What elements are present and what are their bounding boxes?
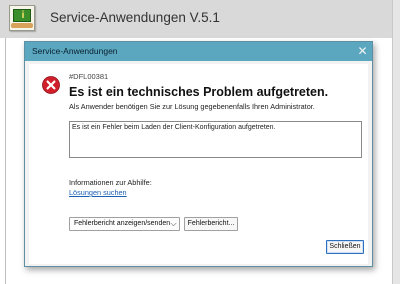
dialog-title: Service-Anwendungen [32, 46, 118, 56]
dialog-body: #DFL00381 Es ist ein technisches Problem… [29, 64, 368, 264]
dialog-titlebar[interactable]: Service-Anwendungen ✕ [25, 42, 372, 61]
error-report-button[interactable]: Fehlerbericht... [184, 217, 238, 231]
error-x-icon [42, 76, 60, 94]
chevron-down-icon: ⌵ [170, 219, 177, 228]
find-solutions-link[interactable]: Lösungen suchen [69, 188, 127, 197]
app-scroll-edge [392, 0, 400, 284]
close-icon[interactable]: ✕ [355, 44, 370, 59]
close-button[interactable]: Schließen [326, 240, 364, 254]
error-dialog: Service-Anwendungen ✕ #DFL00381 Es ist e… [24, 41, 373, 267]
error-message-box[interactable]: Es ist ein Fehler beim Laden der Client-… [69, 121, 362, 158]
service-app-icon: i [9, 5, 35, 31]
help-info-label: Informationen zur Abhilfe: [69, 178, 152, 187]
error-heading: Es ist ein technisches Problem aufgetret… [69, 85, 329, 99]
error-message-text: Es ist ein Fehler beim Laden der Client-… [72, 124, 276, 131]
error-subtext: Als Anwender benötigen Sie zur Lösung ge… [69, 102, 315, 111]
app-title: Service-Anwendungen V.5.1 [50, 10, 220, 25]
app-titlebar: i Service-Anwendungen V.5.1 [0, 0, 400, 38]
error-report-dropdown[interactable]: Fehlerbericht anzeigen/senden ⌵ [69, 217, 180, 231]
app-divider [5, 38, 6, 284]
error-code: #DFL00381 [69, 72, 109, 81]
error-report-dropdown-value: Fehlerbericht anzeigen/senden [74, 220, 171, 227]
